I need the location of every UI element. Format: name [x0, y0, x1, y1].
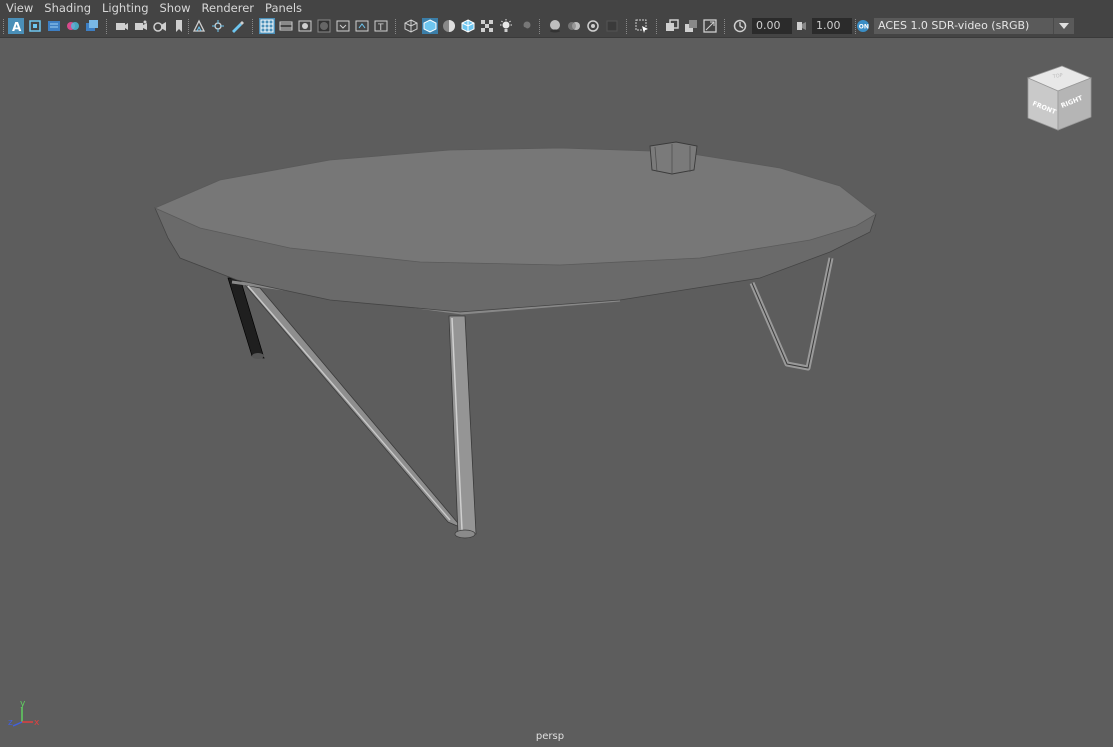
xray-icon[interactable]: [664, 18, 680, 34]
exposure-icon[interactable]: [732, 18, 748, 34]
gamma-field[interactable]: 1.00: [812, 18, 852, 34]
menu-lighting[interactable]: Lighting: [96, 0, 153, 16]
axis-y-label: y: [20, 699, 26, 709]
exposure-field[interactable]: 0.00: [752, 18, 792, 34]
select-camera-icon[interactable]: A: [8, 18, 24, 34]
camera-name-label: persp: [535, 731, 565, 742]
axis-gizmo: y x z: [8, 699, 40, 728]
textured-icon[interactable]: [479, 18, 495, 34]
toolbar-separator: [395, 19, 397, 34]
toolbar-separator: [188, 19, 190, 34]
axis-z-label: z: [8, 718, 13, 728]
gamma-icon[interactable]: [793, 18, 809, 34]
color-space-value: ACES 1.0 SDR-video (sRGB): [878, 19, 1030, 32]
toolbar-separator: [252, 19, 254, 34]
view-cube[interactable]: FRONT RIGHT TOP: [1026, 65, 1093, 131]
scene-render[interactable]: FRONT RIGHT TOP y x z: [0, 38, 1113, 747]
svg-text:T: T: [377, 23, 384, 33]
screen-space-ao-icon[interactable]: [547, 18, 563, 34]
smooth-shade-icon[interactable]: [422, 18, 438, 34]
toolbar-separator: [656, 19, 658, 34]
menu-shading[interactable]: Shading: [38, 0, 96, 16]
toolbar-separator: [3, 19, 5, 34]
lights-icon[interactable]: [498, 18, 514, 34]
svg-text:A: A: [12, 20, 22, 33]
snap-icon[interactable]: [191, 18, 207, 34]
xray-joints-icon[interactable]: [702, 18, 718, 34]
axis-x-label: x: [34, 718, 40, 728]
leg-highlight: [247, 285, 451, 521]
image-plane-icon[interactable]: [65, 18, 81, 34]
axis-z-line: [12, 721, 23, 727]
2d-pan-zoom-icon[interactable]: [84, 18, 100, 34]
menu-panels[interactable]: Panels: [259, 0, 307, 16]
color-management-toggle-icon[interactable]: ON: [855, 18, 871, 34]
shadows-icon[interactable]: [517, 18, 533, 34]
panel-toolbar: A T 0.00 1.00 ON ACES 1.0 SDR-video (sRG…: [0, 16, 1113, 38]
leg-foot: [454, 529, 476, 539]
xray-active-components-icon[interactable]: [683, 18, 699, 34]
film-gate-icon[interactable]: [278, 18, 294, 34]
viewport-3d[interactable]: FRONT RIGHT TOP y x z: [0, 38, 1113, 747]
move-pivot-icon[interactable]: [210, 18, 226, 34]
leg-foot: [252, 353, 264, 359]
default-material-icon[interactable]: [441, 18, 457, 34]
resolution-gate-icon[interactable]: [297, 18, 313, 34]
wireframe-on-shaded-icon[interactable]: [460, 18, 476, 34]
bookmark-icon[interactable]: [171, 18, 187, 34]
camera-attributes-icon[interactable]: [27, 18, 43, 34]
toolbar-separator: [106, 19, 108, 34]
safe-title-icon[interactable]: T: [373, 18, 389, 34]
menu-show[interactable]: Show: [154, 0, 196, 16]
isolate-select-icon[interactable]: [634, 18, 650, 34]
menu-renderer[interactable]: Renderer: [196, 0, 260, 16]
grease-pencil-icon[interactable]: [114, 18, 130, 34]
safe-action-icon[interactable]: [354, 18, 370, 34]
depth-of-field-icon[interactable]: [604, 18, 620, 34]
motion-blur-icon[interactable]: [566, 18, 582, 34]
field-chart-icon[interactable]: [335, 18, 351, 34]
chevron-down-icon[interactable]: [1053, 18, 1074, 34]
toolbar-separator: [626, 19, 628, 34]
camera-icon[interactable]: [133, 18, 149, 34]
wireframe-icon[interactable]: [403, 18, 419, 34]
panel-menubar: View Shading Lighting Show Renderer Pane…: [0, 0, 1113, 16]
toolbar-separator: [539, 19, 541, 34]
gate-mask-icon[interactable]: [316, 18, 332, 34]
menu-view[interactable]: View: [0, 0, 38, 16]
paint-brush-icon[interactable]: [229, 18, 245, 34]
color-space-select[interactable]: ACES 1.0 SDR-video (sRGB): [874, 18, 1074, 34]
grid-toggle-icon[interactable]: [259, 18, 275, 34]
svg-text:ON: ON: [859, 24, 869, 31]
camera-toggle-icon[interactable]: [152, 18, 168, 34]
toolbar-separator: [724, 19, 726, 34]
bookmarks-icon[interactable]: [46, 18, 62, 34]
anti-aliasing-icon[interactable]: [585, 18, 601, 34]
table-leg-diagonal: [243, 284, 463, 529]
